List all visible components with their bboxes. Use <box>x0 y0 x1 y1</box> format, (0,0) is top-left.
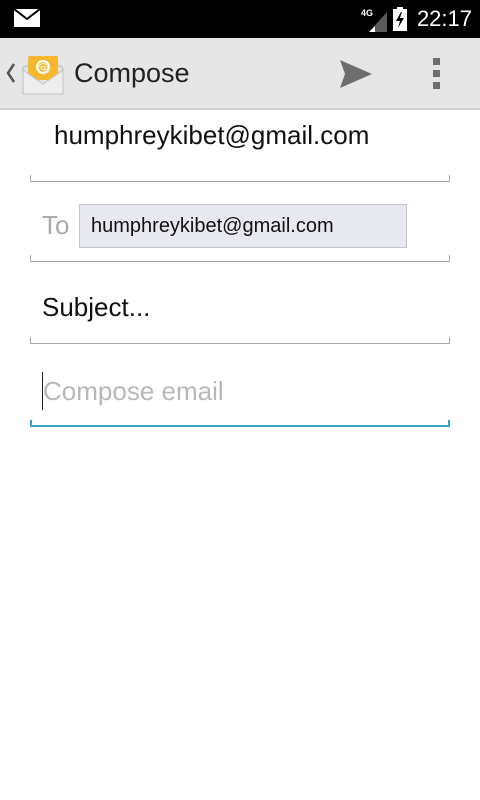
compose-body-placeholder: Compose email <box>43 376 224 406</box>
battery-charging-icon <box>392 7 407 31</box>
to-field[interactable]: To humphreykibet@gmail.com <box>30 182 450 262</box>
overflow-menu-icon[interactable] <box>420 54 454 94</box>
subject-field[interactable]: Subject... <box>30 262 450 344</box>
email-app-icon: @ <box>22 56 64 95</box>
svg-text:@: @ <box>38 61 49 74</box>
up-navigation-button[interactable]: @ Compose <box>0 38 190 110</box>
mail-icon <box>14 9 40 27</box>
focus-underline <box>30 420 450 427</box>
status-indicators: 4G 22:17 <box>361 0 472 38</box>
to-label: To <box>42 210 70 240</box>
from-address: humphreykibet@gmail.com <box>54 120 370 150</box>
chevron-left-icon <box>6 63 16 83</box>
signal-icon: 4G <box>361 6 387 32</box>
clock: 22:17 <box>416 6 472 31</box>
action-bar: @ Compose <box>0 38 480 110</box>
send-icon[interactable] <box>334 54 376 94</box>
compose-body-field[interactable]: Compose email <box>30 344 450 427</box>
recipient-chip[interactable]: humphreykibet@gmail.com <box>79 204 407 248</box>
subject-input[interactable]: Subject... <box>42 292 150 323</box>
from-field[interactable]: humphreykibet@gmail.com <box>30 110 450 182</box>
page-title: Compose <box>74 58 190 88</box>
status-bar: 4G 22:17 <box>0 0 480 38</box>
